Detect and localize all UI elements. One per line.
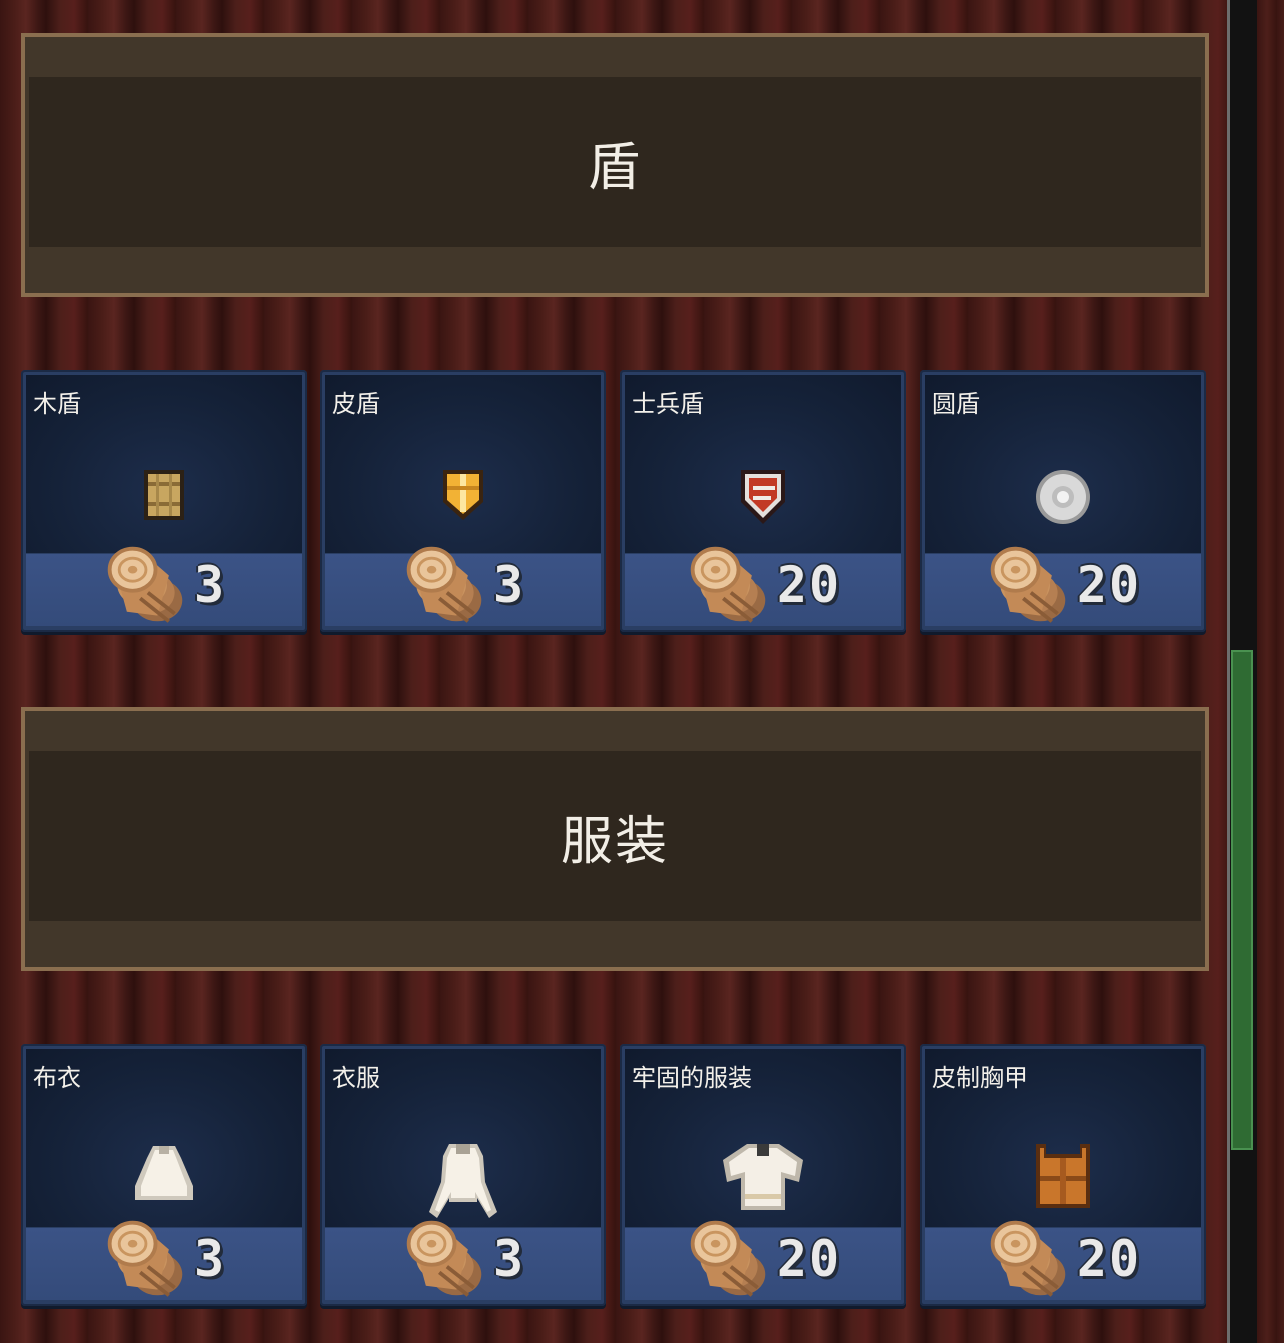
wood-log-icon xyxy=(690,546,768,624)
section-title: 服装 xyxy=(560,811,669,872)
cost: 3 xyxy=(320,1216,606,1302)
cost-value: 3 xyxy=(492,1230,526,1288)
wooden-shield-icon xyxy=(144,470,184,520)
wood-log-icon xyxy=(107,546,185,624)
wood-log-icon xyxy=(107,1220,185,1298)
item-card-leather-chestplate[interactable]: 皮制胸甲 20 xyxy=(920,1044,1206,1306)
item-card-soldier-shield[interactable]: 士兵盾 20 xyxy=(620,370,906,632)
section-title: 盾 xyxy=(587,137,642,198)
item-name: 皮制胸甲 xyxy=(932,1064,1028,1092)
item-card-wooden-shield[interactable]: 木盾 3 xyxy=(21,370,307,632)
craft-list: 盾 木盾 3 皮盾 3 士兵盾 20 圆盾 20 服装 布衣 3 衣服 3 牢固… xyxy=(0,0,1226,1343)
item-card-sturdy-clothes[interactable]: 牢固的服装 20 xyxy=(620,1044,906,1306)
item-name: 士兵盾 xyxy=(632,390,704,418)
cost-value: 3 xyxy=(193,556,227,614)
cost-value: 20 xyxy=(1076,556,1142,614)
cost: 20 xyxy=(920,1216,1206,1302)
soldier-shield-icon xyxy=(741,470,785,524)
item-name: 皮盾 xyxy=(332,390,380,418)
sturdy-clothes-icon xyxy=(723,1144,803,1210)
cloth-shirt-icon xyxy=(135,1146,193,1200)
item-card-leather-shield[interactable]: 皮盾 3 xyxy=(320,370,606,632)
item-card-cloth-shirt[interactable]: 布衣 3 xyxy=(21,1044,307,1306)
section-header-clothing: 服装 xyxy=(21,707,1209,971)
cost: 20 xyxy=(920,542,1206,628)
right-edge-background xyxy=(1257,0,1284,1343)
clothes-icon xyxy=(429,1144,497,1218)
scrollbar-track[interactable] xyxy=(1227,0,1257,1343)
leather-chestplate-icon xyxy=(1036,1144,1090,1208)
wood-log-icon xyxy=(406,1220,484,1298)
leather-shield-icon xyxy=(443,470,483,520)
item-card-round-shield[interactable]: 圆盾 20 xyxy=(920,370,1206,632)
cost: 3 xyxy=(21,1216,307,1302)
section-header-shields: 盾 xyxy=(21,33,1209,297)
cost-value: 20 xyxy=(776,556,842,614)
wood-log-icon xyxy=(406,546,484,624)
cost: 20 xyxy=(620,1216,906,1302)
item-name: 布衣 xyxy=(33,1064,81,1092)
item-name: 圆盾 xyxy=(932,390,980,418)
wood-log-icon xyxy=(990,546,1068,624)
cost-value: 20 xyxy=(1076,1230,1142,1288)
item-name: 牢固的服装 xyxy=(632,1064,752,1092)
cost: 3 xyxy=(21,542,307,628)
scrollbar-thumb[interactable] xyxy=(1231,650,1253,1150)
item-card-clothes[interactable]: 衣服 3 xyxy=(320,1044,606,1306)
cost-value: 3 xyxy=(492,556,526,614)
wood-log-icon xyxy=(690,1220,768,1298)
wood-log-icon xyxy=(990,1220,1068,1298)
cost: 20 xyxy=(620,542,906,628)
item-name: 衣服 xyxy=(332,1064,380,1092)
item-name: 木盾 xyxy=(33,390,81,418)
round-shield-icon xyxy=(1036,470,1090,524)
cost: 3 xyxy=(320,542,606,628)
cost-value: 20 xyxy=(776,1230,842,1288)
cost-value: 3 xyxy=(193,1230,227,1288)
